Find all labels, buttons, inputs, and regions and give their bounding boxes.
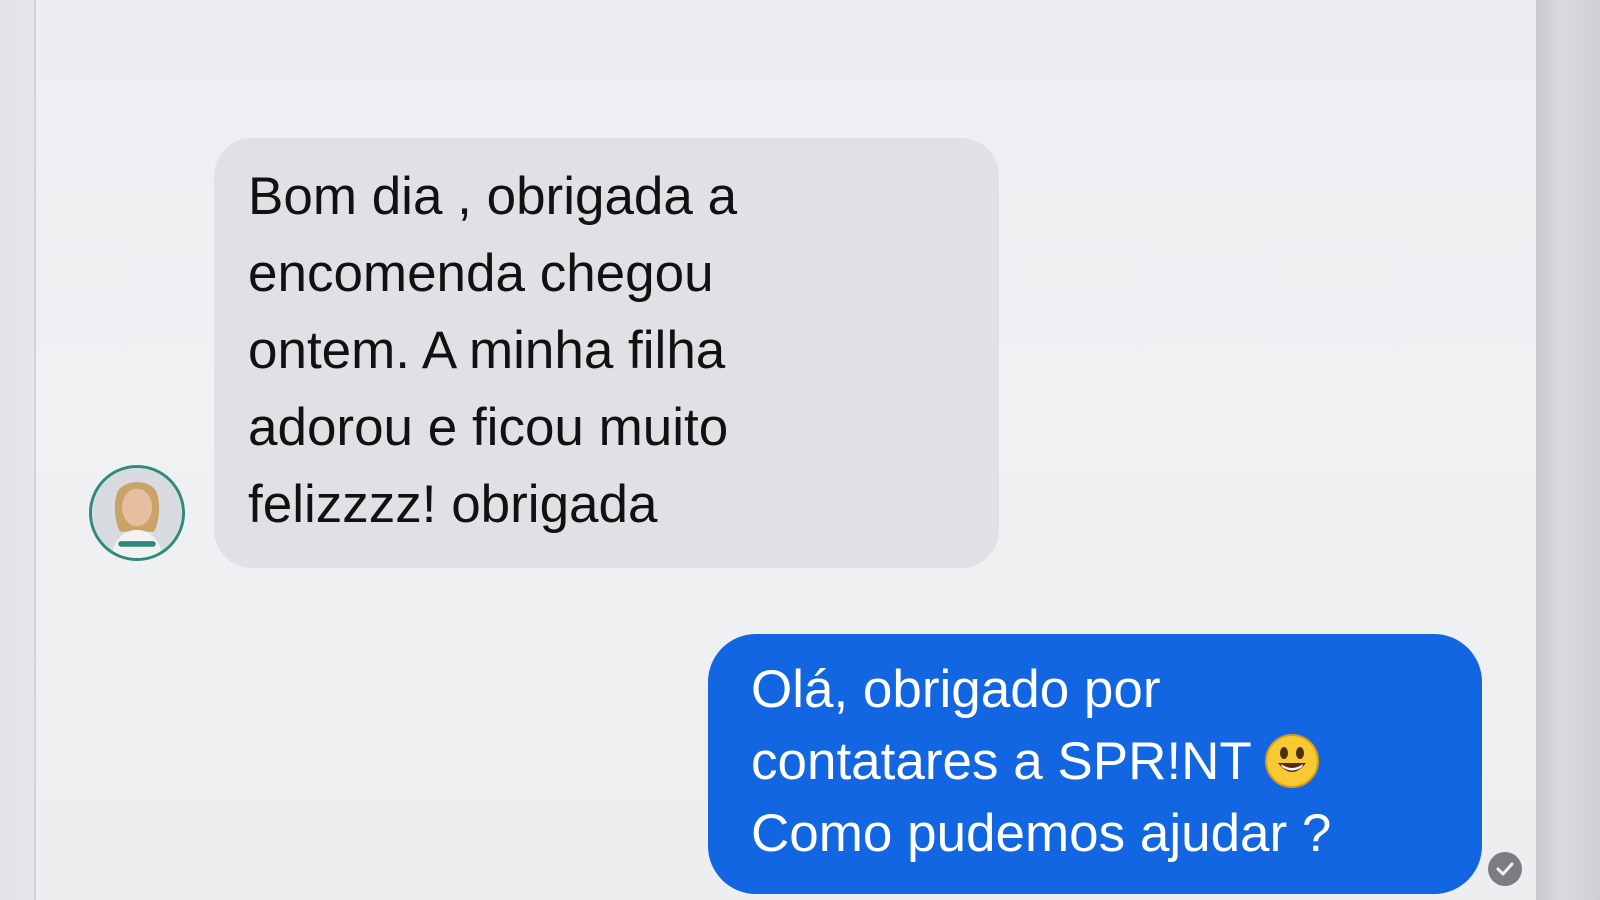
messenger-window: Bom dia , obrigada a encomenda chegou on… (0, 0, 1600, 900)
outgoing-message-line-1: Olá, obrigado por (751, 660, 1161, 719)
incoming-message-bubble[interactable]: Bom dia , obrigada a encomenda chegou on… (214, 138, 999, 568)
outgoing-message-bubble[interactable]: Olá, obrigado por contatares a SPR!NT Co… (708, 634, 1482, 894)
outgoing-message-line-2-text: contatares a SPR!NT (751, 732, 1252, 791)
outgoing-message-text: Olá, obrigado por contatares a SPR!NT Co… (751, 654, 1451, 870)
check-circle-icon (1488, 852, 1522, 886)
conversation-panel[interactable]: Bom dia , obrigada a encomenda chegou on… (34, 0, 1536, 900)
incoming-message-text: Bom dia , obrigada a encomenda chegou on… (248, 167, 738, 534)
scrollbar-track[interactable] (1536, 0, 1600, 900)
contact-avatar[interactable] (89, 465, 185, 561)
outgoing-message-line-2: contatares a SPR!NT (751, 726, 1451, 798)
grinning-face-emoji-icon (1264, 733, 1320, 789)
outgoing-message-line-3: Como pudemos ajudar ? (751, 804, 1332, 863)
